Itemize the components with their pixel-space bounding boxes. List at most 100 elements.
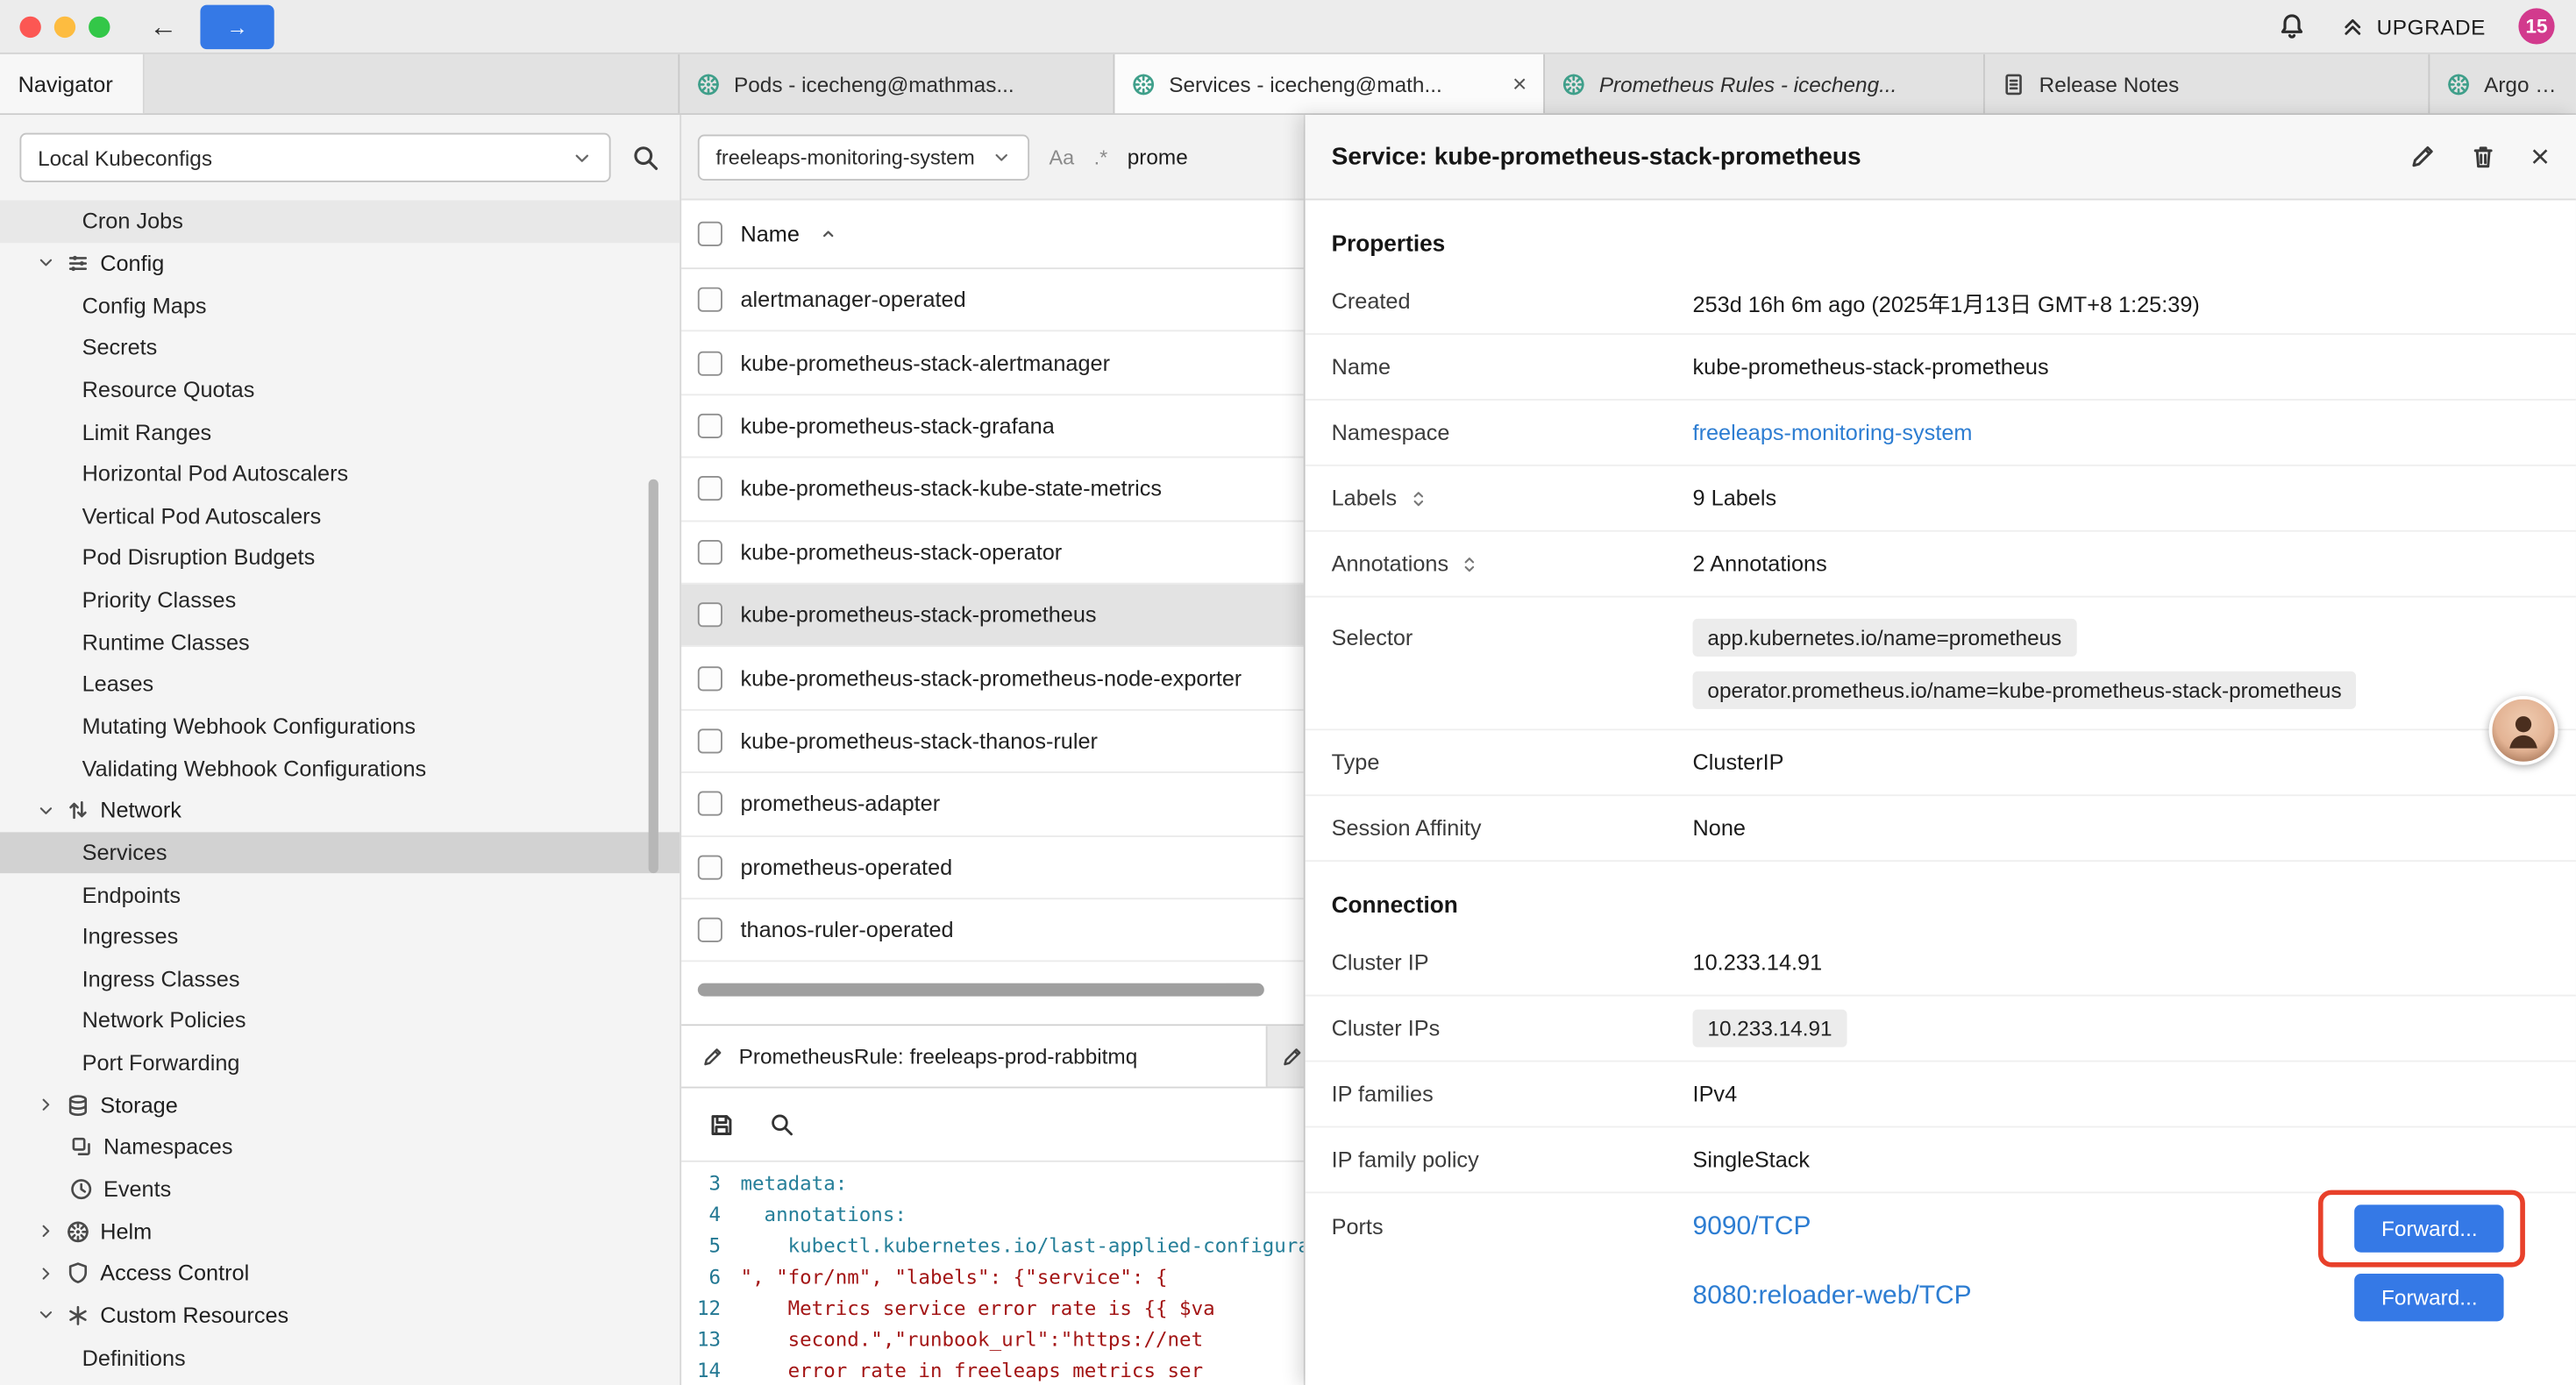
editor-search-icon[interactable] — [768, 1112, 794, 1138]
regex-toggle[interactable]: .* — [1094, 146, 1108, 168]
item-label: Definitions — [82, 1346, 186, 1370]
sidebar-item-cron-jobs[interactable]: Cron Jobs — [0, 200, 680, 242]
notification-badge[interactable]: 15 — [2518, 8, 2554, 44]
match-case-toggle[interactable]: Aa — [1050, 146, 1075, 168]
kubeconfig-select[interactable]: Local Kubeconfigs — [19, 133, 610, 182]
row-checkbox[interactable] — [698, 414, 722, 438]
sidebar-item-validating-webhook-configurations[interactable]: Validating Webhook Configurations — [0, 748, 680, 790]
select-all-checkbox[interactable] — [698, 222, 722, 246]
save-icon[interactable] — [708, 1111, 736, 1139]
dock-tab-partial[interactable] — [1268, 1026, 1304, 1086]
upgrade-button[interactable]: UPGRADE — [2339, 13, 2486, 39]
sidebar-item-endpoints[interactable]: Endpoints — [0, 874, 680, 916]
tab-services[interactable]: Services - icecheng@math... × — [1114, 54, 1545, 113]
sidebar-item-port-forwarding[interactable]: Port Forwarding — [0, 1042, 680, 1084]
sidebar-item-ingress-classes[interactable]: Ingress Classes — [0, 958, 680, 1000]
table-header[interactable]: Name — [681, 200, 1304, 269]
detail-row-annotations: Annotations 2 Annotations — [1306, 532, 2576, 598]
table-row[interactable]: kube-prometheus-stack-kube-state-metrics — [681, 458, 1304, 522]
expand-toggle-icon[interactable] — [1408, 488, 1427, 508]
yaml-editor[interactable]: 3metadata: 4 annotations: 5 kubectl.kube… — [681, 1162, 1304, 1385]
sidebar-item-namespaces[interactable]: Namespaces — [0, 1126, 680, 1168]
table-row[interactable]: prometheus-adapter — [681, 773, 1304, 836]
namespace-select[interactable]: freeleaps-monitoring-system — [698, 134, 1029, 180]
sidebar-item-custom-resources[interactable]: Custom Resources — [0, 1295, 680, 1337]
sidebar-item-definitions[interactable]: Definitions — [0, 1337, 680, 1379]
sidebar-item-mutating-webhook-configurations[interactable]: Mutating Webhook Configurations — [0, 706, 680, 748]
name-column-header[interactable]: Name — [740, 222, 799, 246]
sidebar-item-pod-disruption-budgets[interactable]: Pod Disruption Budgets — [0, 537, 680, 579]
sidebar-item-limit-ranges[interactable]: Limit Ranges — [0, 411, 680, 453]
table-row-selected[interactable]: kube-prometheus-stack-prometheus — [681, 585, 1304, 648]
sidebar-item-vertical-pod-autoscalers[interactable]: Vertical Pod Autoscalers — [0, 495, 680, 537]
forward-button[interactable]: Forward... — [2355, 1204, 2503, 1251]
sidebar-item-resource-quotas[interactable]: Resource Quotas — [0, 368, 680, 410]
sidebar-item-leases[interactable]: Leases — [0, 664, 680, 706]
sidebar-item-priority-classes[interactable]: Priority Classes — [0, 579, 680, 621]
item-label: Secrets — [82, 335, 158, 359]
sidebar-item-horizontal-pod-autoscalers[interactable]: Horizontal Pod Autoscalers — [0, 453, 680, 495]
tab-pods[interactable]: Pods - icecheng@mathmas... — [680, 54, 1114, 113]
row-checkbox[interactable] — [698, 351, 722, 375]
row-checkbox[interactable] — [698, 665, 722, 690]
sidebar-item-services[interactable]: Services — [0, 832, 680, 874]
table-row[interactable]: kube-prometheus-stack-operator — [681, 522, 1304, 585]
table-row[interactable]: kube-prometheus-stack-thanos-ruler — [681, 710, 1304, 773]
row-checkbox[interactable] — [698, 855, 722, 879]
sidebar-item-network[interactable]: Network — [0, 790, 680, 832]
sidebar-item-storage[interactable]: Storage — [0, 1084, 680, 1126]
sidebar-item-helm[interactable]: Helm — [0, 1211, 680, 1253]
tab-argo[interactable]: Argo Se — [2430, 54, 2576, 113]
row-checkbox[interactable] — [698, 918, 722, 942]
row-checkbox[interactable] — [698, 477, 722, 501]
sidebar-item-config-maps[interactable]: Config Maps — [0, 284, 680, 326]
presenter-avatar[interactable] — [2489, 696, 2558, 765]
window-close-button[interactable] — [19, 16, 40, 37]
item-label: Events — [103, 1177, 171, 1202]
edit-icon[interactable] — [2409, 143, 2437, 171]
table-row[interactable]: kube-prometheus-stack-grafana — [681, 395, 1304, 458]
table-row[interactable]: prometheus-operated — [681, 836, 1304, 899]
sidebar-item-runtime-classes[interactable]: Runtime Classes — [0, 621, 680, 664]
port-link[interactable]: 9090/TCP — [1693, 1213, 1811, 1243]
tab-prometheus-rules[interactable]: Prometheus Rules - icecheng... — [1545, 54, 1985, 113]
sidebar-item-ingresses[interactable]: Ingresses — [0, 916, 680, 958]
row-checkbox[interactable] — [698, 602, 722, 627]
sidebar-item-secrets[interactable]: Secrets — [0, 326, 680, 368]
horizontal-scrollbar[interactable] — [698, 984, 1287, 997]
row-checkbox[interactable] — [698, 540, 722, 565]
port-link[interactable]: 8080:reloader-web/TCP — [1693, 1282, 1972, 1311]
table-row[interactable]: thanos-ruler-operated — [681, 899, 1304, 962]
row-checkbox[interactable] — [698, 792, 722, 816]
trash-icon[interactable] — [2470, 143, 2498, 171]
details-panel: Service: kube-prometheus-stack-prometheu… — [1306, 115, 2576, 1385]
table-row[interactable]: alertmanager-operated — [681, 269, 1304, 332]
tab-release-notes[interactable]: Release Notes — [1985, 54, 2430, 113]
window-zoom-button[interactable] — [89, 16, 110, 37]
namespace-link[interactable]: freeleaps-monitoring-system — [1693, 420, 1973, 444]
section-heading-connection: Connection — [1306, 862, 2576, 931]
forward-button[interactable]: → — [200, 4, 274, 49]
custom-resources-icon — [66, 1303, 90, 1328]
close-tab-icon[interactable]: × — [1512, 70, 1526, 98]
search-input[interactable] — [1128, 145, 1242, 169]
sidebar-item-access-control[interactable]: Access Control — [0, 1253, 680, 1295]
expand-toggle-icon[interactable] — [1460, 554, 1479, 573]
table-row[interactable]: kube-prometheus-stack-prometheus-node-ex… — [681, 647, 1304, 710]
back-button[interactable]: ← — [149, 12, 177, 40]
bell-icon[interactable] — [2276, 11, 2306, 41]
sidebar-item-network-policies[interactable]: Network Policies — [0, 1000, 680, 1042]
search-icon[interactable] — [630, 143, 660, 173]
forward-button[interactable]: Forward... — [2355, 1273, 2503, 1320]
sidebar-scrollbar[interactable] — [649, 479, 658, 873]
line-number: 5 — [681, 1233, 740, 1256]
row-checkbox[interactable] — [698, 728, 722, 753]
sidebar-item-config[interactable]: Config — [0, 242, 680, 284]
sidebar-item-events[interactable]: Events — [0, 1168, 680, 1211]
window-minimize-button[interactable] — [54, 16, 75, 37]
scrollbar-thumb[interactable] — [698, 984, 1263, 997]
row-checkbox[interactable] — [698, 288, 722, 312]
dock-tab-prometheusrule[interactable]: PrometheusRule: freeleaps-prod-rabbitmq — [681, 1026, 1267, 1086]
close-panel-icon[interactable]: × — [2530, 140, 2550, 173]
table-row[interactable]: kube-prometheus-stack-alertmanager — [681, 332, 1304, 395]
